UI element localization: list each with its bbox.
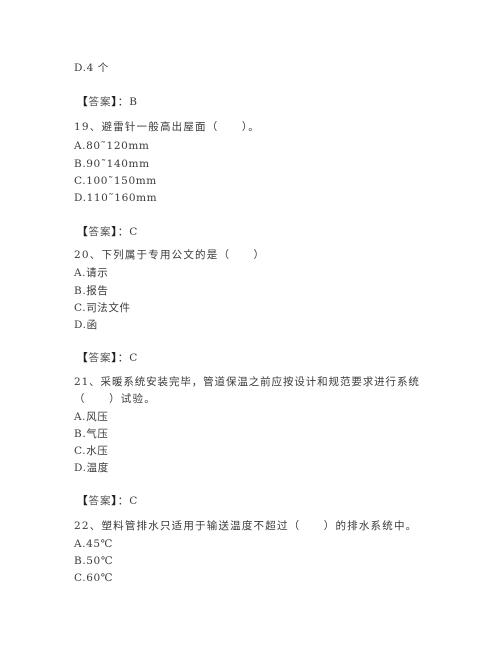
answer-bracket-open: 【	[77, 495, 89, 507]
option-letter: C.	[74, 445, 87, 457]
answer-label: 答案	[88, 96, 112, 108]
option-letter: B.	[74, 285, 87, 297]
option-letter: B.	[74, 555, 87, 567]
option-d: D.温度	[74, 461, 109, 475]
option-letter: B.	[74, 158, 87, 170]
option-d: D.110˜160mm	[74, 191, 157, 205]
question-21-continued: （ ）试验。	[74, 393, 156, 405]
option-a: A.45℃	[74, 537, 113, 551]
option-b: B.报告	[74, 284, 108, 298]
option-letter: D.	[74, 462, 87, 474]
question-21: 21、采暖系统安装完毕，管道保温之前应按设计和规范要求进行系统	[74, 376, 420, 388]
answer-line: 【答案】：B	[77, 95, 138, 109]
option-b: B.50℃	[74, 554, 113, 568]
option-b: B.气压	[74, 427, 108, 441]
option-c: C.水压	[74, 444, 108, 458]
option-letter: D.	[74, 319, 87, 331]
option-text: 水压	[86, 445, 109, 457]
option-c: C.100˜150mm	[74, 174, 157, 188]
answer-value: C	[129, 352, 139, 364]
option-letter: C.	[74, 572, 87, 584]
option-text: 45℃	[86, 538, 114, 550]
option-text: 110˜160mm	[86, 192, 158, 204]
option-text: 气压	[86, 428, 109, 440]
option-text: 4 个	[86, 62, 109, 74]
option-text: 50℃	[86, 555, 114, 567]
option-letter: D.	[74, 62, 87, 74]
option-a: A.风压	[74, 410, 108, 424]
answer-line: 【答案】：C	[77, 351, 138, 365]
option-letter: A.	[74, 140, 87, 152]
option-text: 90˜140mm	[86, 158, 150, 170]
option-c: C.60℃	[74, 571, 113, 585]
option-text: 60℃	[86, 572, 114, 584]
option-text: 风压	[86, 411, 109, 423]
option-letter: A.	[74, 267, 87, 279]
option-letter: D.	[74, 192, 87, 204]
answer-value: B	[129, 96, 138, 108]
answer-label: 答案	[88, 495, 112, 507]
option-text: 报告	[86, 285, 109, 297]
option-letter: C.	[74, 175, 87, 187]
answer-separator: ：	[117, 495, 130, 507]
option-d: D.4 个	[74, 61, 109, 75]
answer-label: 答案	[88, 226, 112, 238]
option-text: 函	[86, 319, 98, 331]
question-22: 22、塑料管排水只适用于输送温度不超过（ ）的排水系统中。	[74, 520, 418, 532]
answer-separator: ：	[117, 352, 130, 364]
answer-value: C	[129, 226, 139, 238]
answer-bracket-open: 【	[77, 352, 89, 364]
option-d: D.函	[74, 318, 98, 332]
answer-bracket-open: 【	[77, 96, 89, 108]
option-text: 温度	[86, 462, 109, 474]
option-letter: A.	[74, 411, 87, 423]
option-text: 请示	[86, 267, 109, 279]
answer-label: 答案	[88, 352, 112, 364]
answer-value: C	[129, 495, 139, 507]
answer-separator: ：	[117, 226, 130, 238]
option-text: 80˜120mm	[86, 140, 150, 152]
option-letter: A.	[74, 538, 87, 550]
option-letter: B.	[74, 428, 87, 440]
option-text: 100˜150mm	[86, 175, 157, 187]
option-b: B.90˜140mm	[74, 157, 150, 171]
option-letter: C.	[74, 302, 87, 314]
answer-bracket-open: 【	[77, 226, 89, 238]
option-a: A.请示	[74, 266, 108, 280]
answer-line: 【答案】：C	[77, 225, 138, 239]
option-text: 司法文件	[86, 302, 131, 314]
answer-line: 【答案】：C	[77, 494, 138, 508]
option-c: C.司法文件	[74, 301, 131, 315]
option-a: A.80˜120mm	[74, 139, 150, 153]
answer-separator: ：	[117, 96, 130, 108]
question-20: 20、下列属于专用公文的是（ ）	[74, 249, 266, 261]
question-19: 19、避雷针一般高出屋面（ ）。	[74, 121, 261, 133]
